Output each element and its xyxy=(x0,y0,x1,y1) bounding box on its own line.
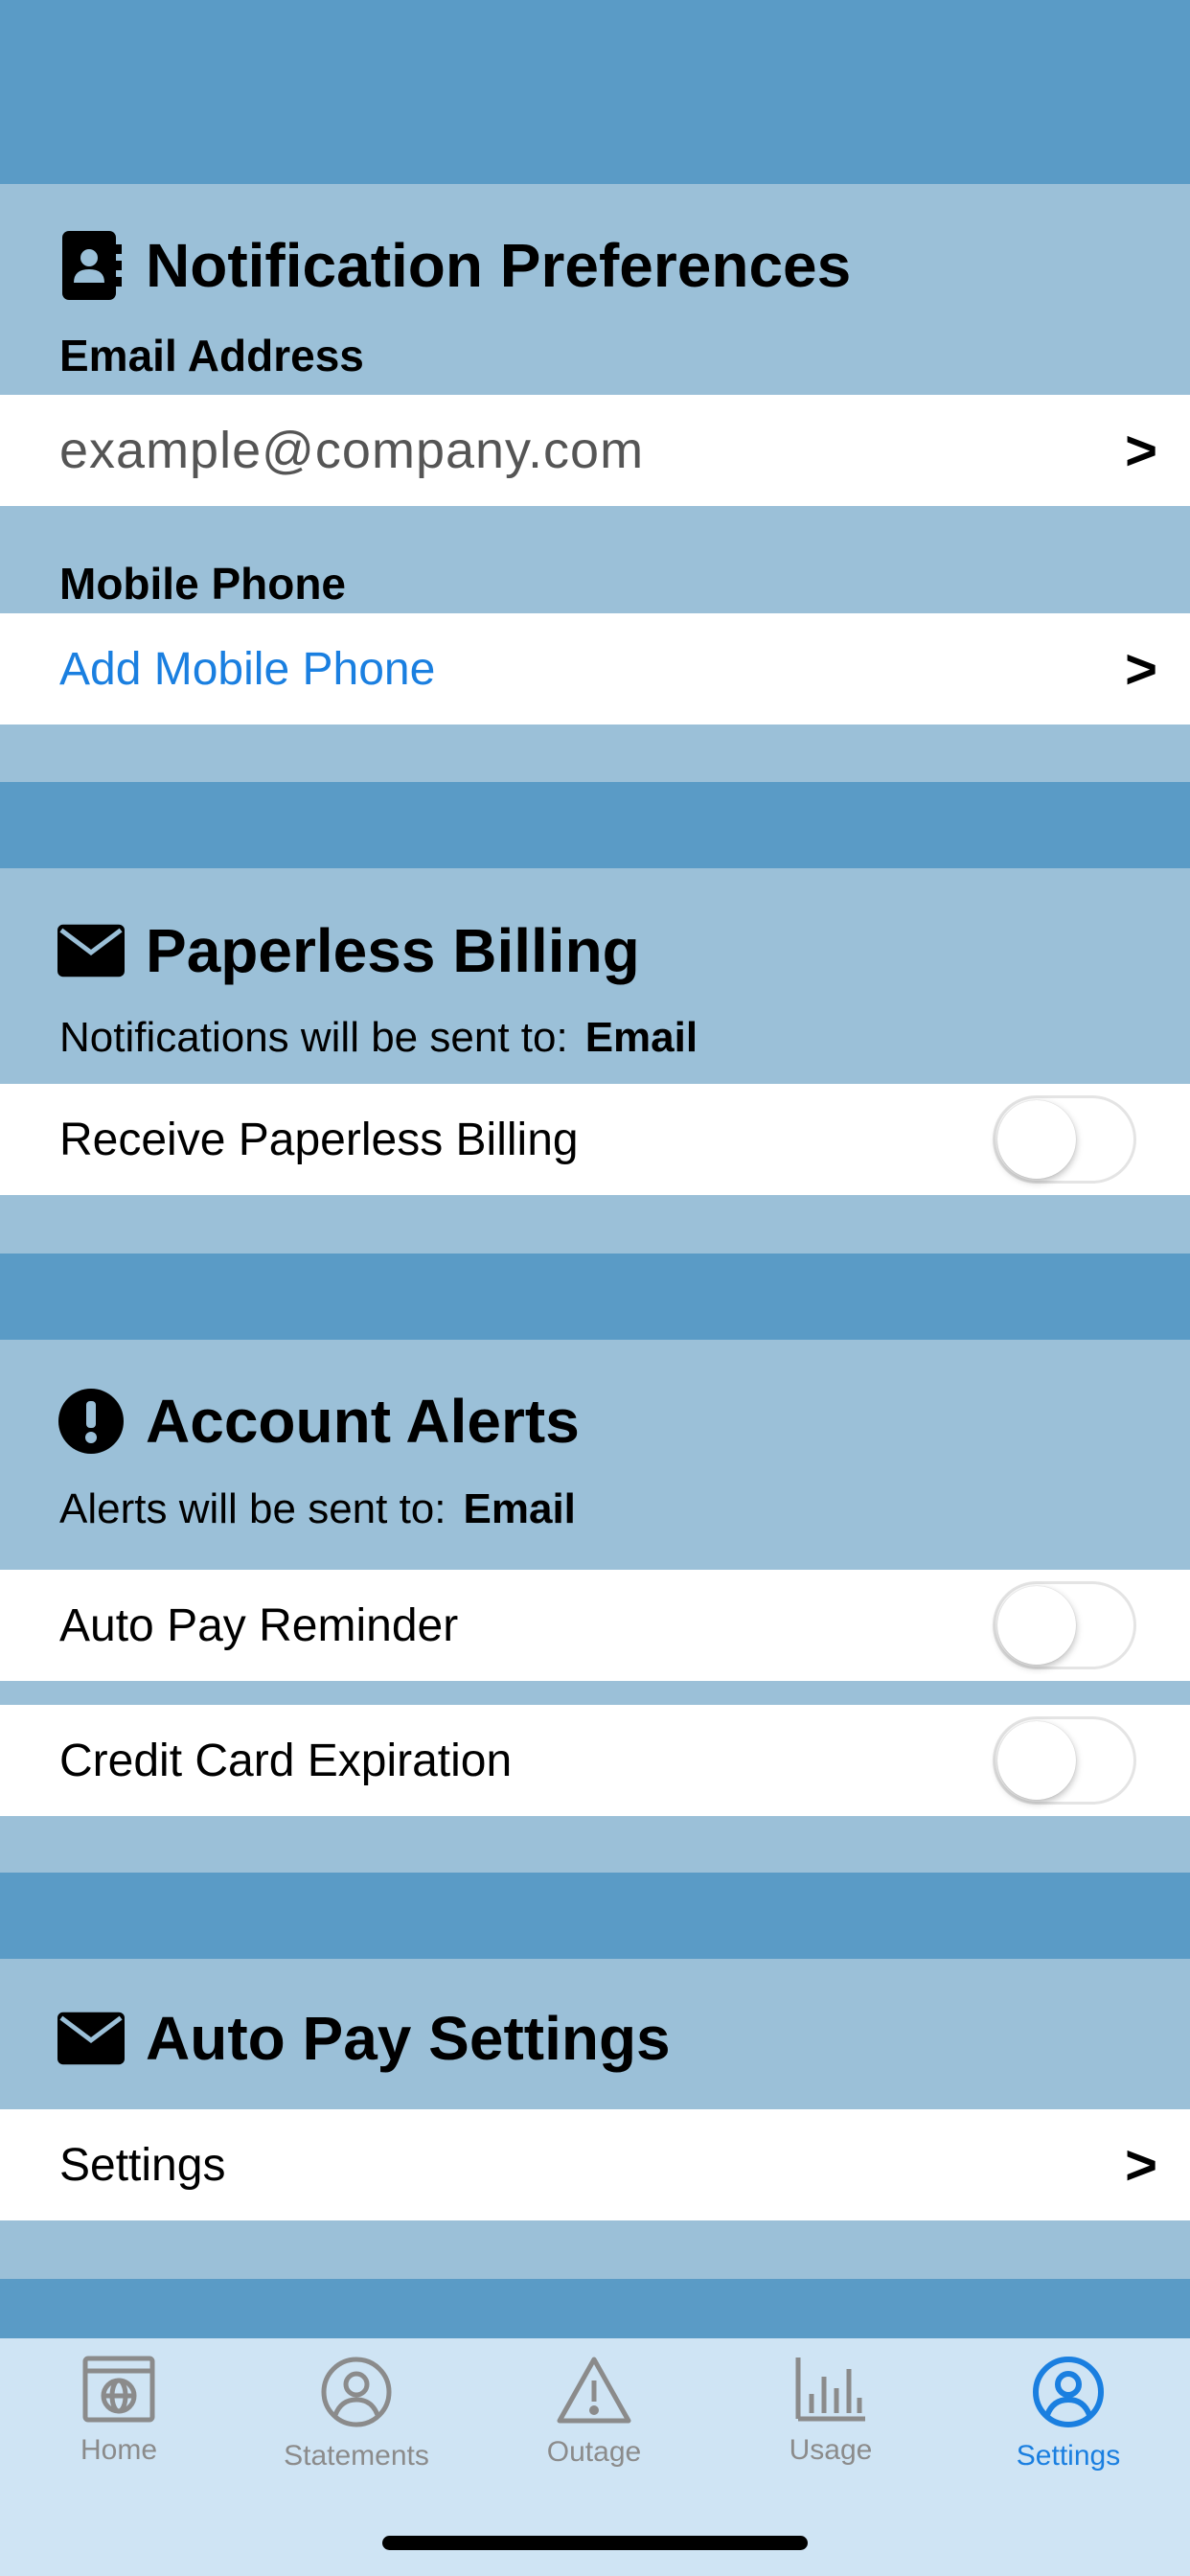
envelope-icon xyxy=(57,2005,125,2072)
email-address-row[interactable]: example@company.com > xyxy=(0,395,1190,506)
envelope-icon xyxy=(57,917,125,984)
section-divider xyxy=(0,1873,1190,1959)
header-band xyxy=(0,0,1190,184)
section-divider xyxy=(0,2279,1190,2338)
sent-to-value: Email xyxy=(463,1485,576,1532)
chevron-right-icon: > xyxy=(1125,419,1157,482)
credit-card-expiration-toggle[interactable] xyxy=(993,1716,1136,1805)
auto-pay-reminder-row: Auto Pay Reminder xyxy=(0,1570,1190,1681)
credit-card-expiration-row: Credit Card Expiration xyxy=(0,1705,1190,1816)
receive-paperless-billing-row: Receive Paperless Billing xyxy=(0,1084,1190,1195)
toggle-knob xyxy=(997,1100,1076,1179)
tab-label: Statements xyxy=(284,2440,429,2472)
user-circle-icon xyxy=(1033,2357,1104,2427)
section-divider xyxy=(0,782,1190,868)
tab-label: Outage xyxy=(546,2436,642,2468)
chevron-right-icon: > xyxy=(1125,637,1157,701)
tab-usage[interactable]: Usage xyxy=(735,2356,927,2467)
receive-paperless-billing-label: Receive Paperless Billing xyxy=(59,1114,579,1165)
section-divider xyxy=(0,1254,1190,1340)
auto-pay-settings-row[interactable]: Settings > xyxy=(0,2109,1190,2220)
sent-to-label: Alerts will be sent to: xyxy=(59,1485,446,1532)
sent-to-label: Notifications will be sent to: xyxy=(59,1014,568,1061)
section-title-text: Paperless Billing xyxy=(146,916,640,985)
email-address-label: Email Address xyxy=(59,331,364,380)
tab-outage[interactable]: Outage xyxy=(498,2356,690,2469)
section-title-text: Account Alerts xyxy=(146,1387,580,1456)
bar-chart-icon xyxy=(795,2358,865,2422)
sent-to-value: Email xyxy=(584,1014,698,1061)
warning-triangle-icon xyxy=(557,2357,631,2424)
email-address-value: example@company.com xyxy=(59,422,645,479)
paperless-sent-to: Notifications will be sent to: Email xyxy=(59,1014,698,1062)
paperless-billing-title: Paperless Billing xyxy=(57,915,640,986)
home-indicator[interactable] xyxy=(382,2536,808,2550)
receive-paperless-billing-toggle[interactable] xyxy=(993,1095,1136,1184)
mobile-phone-label: Mobile Phone xyxy=(59,559,346,609)
section-title-text: Auto Pay Settings xyxy=(146,2004,671,2073)
auto-pay-settings-title: Auto Pay Settings xyxy=(57,2003,671,2074)
chevron-right-icon: > xyxy=(1125,2133,1157,2196)
alerts-sent-to: Alerts will be sent to: Email xyxy=(59,1485,576,1533)
section-title-text: Notification Preferences xyxy=(146,231,852,300)
add-mobile-phone-link[interactable]: Add Mobile Phone xyxy=(59,643,1125,696)
auto-pay-settings-label: Settings xyxy=(59,2139,226,2191)
credit-card-expiration-label: Credit Card Expiration xyxy=(59,1735,513,1786)
exclamation-circle-icon xyxy=(57,1388,125,1455)
tab-label: Usage xyxy=(789,2434,873,2466)
user-circle-icon xyxy=(321,2357,392,2427)
browser-globe-icon xyxy=(82,2356,155,2423)
toggle-knob xyxy=(997,1586,1076,1665)
tab-label: Settings xyxy=(1016,2440,1121,2472)
contact-book-icon xyxy=(57,231,125,300)
tab-home[interactable]: Home xyxy=(23,2356,215,2467)
auto-pay-reminder-toggle[interactable] xyxy=(993,1581,1136,1669)
tab-label: Home xyxy=(80,2434,158,2466)
tab-statements[interactable]: Statements xyxy=(261,2356,452,2472)
notification-preferences-title: Notification Preferences xyxy=(57,230,851,301)
account-alerts-title: Account Alerts xyxy=(57,1386,580,1457)
auto-pay-reminder-label: Auto Pay Reminder xyxy=(59,1599,459,1651)
add-mobile-phone-row[interactable]: Add Mobile Phone > xyxy=(0,613,1190,724)
tab-settings[interactable]: Settings xyxy=(973,2356,1164,2472)
toggle-knob xyxy=(997,1721,1076,1800)
